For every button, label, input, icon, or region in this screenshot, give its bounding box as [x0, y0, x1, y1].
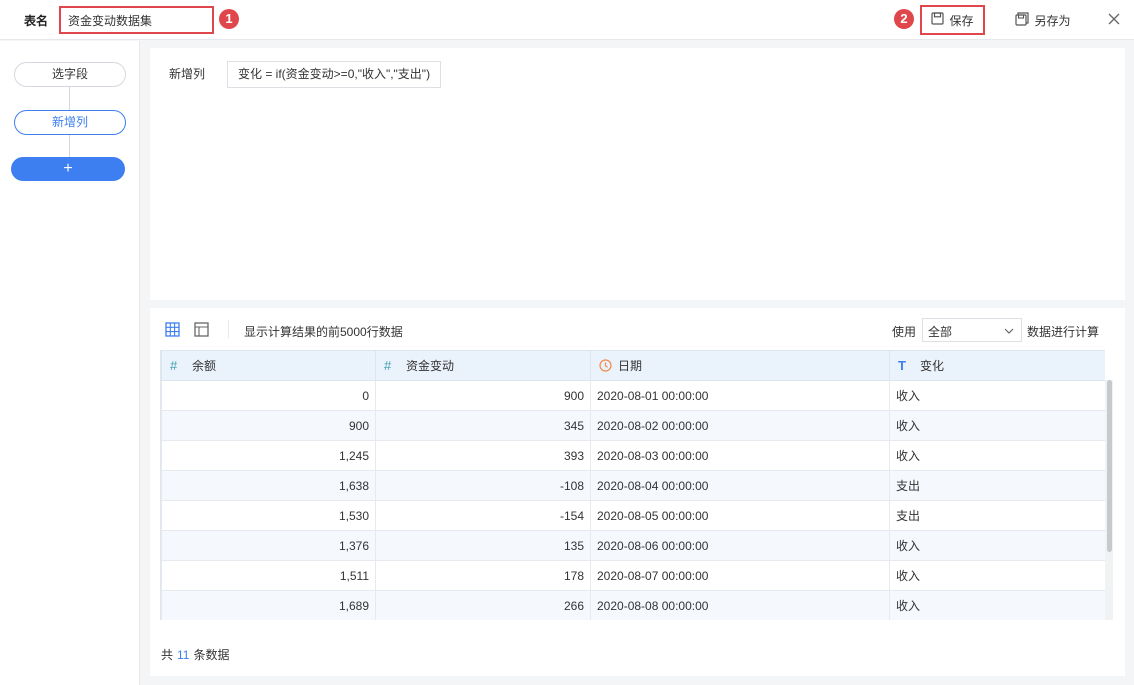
cell-balance: 1,376 [161, 530, 376, 561]
table-row: 0 900 2020-08-01 00:00:00 收入 [161, 380, 1105, 411]
cell-change: 收入 [889, 410, 1105, 441]
number-type-icon: # [384, 358, 392, 373]
data-table: # 余额 # 资金变动 日期 T 变化 0 900 2020-08-01 00:00:… [161, 350, 1105, 620]
chevron-down-icon [1003, 325, 1015, 337]
cell-change: 收入 [889, 590, 1105, 620]
table-scrollbar-thumb[interactable] [1107, 380, 1112, 552]
table-row: 900 345 2020-08-02 00:00:00 收入 [161, 410, 1105, 441]
column-header-date[interactable]: 日期 [590, 350, 890, 381]
cell-fund-change: 266 [375, 590, 591, 620]
cell-fund-change: 393 [375, 440, 591, 471]
formula-label: 新增列 [169, 67, 206, 81]
cell-date: 2020-08-07 00:00:00 [590, 560, 890, 591]
cell-balance: 1,511 [161, 560, 376, 591]
column-header-balance[interactable]: # 余额 [161, 350, 376, 381]
header-bar: 表名 1 2 保存 另存为 [0, 0, 1134, 40]
data-preview-panel: 显示计算结果的前5000行数据 使用 全部 数据进行计算 # 余额 # 资金变动 日… [150, 308, 1125, 676]
save-button[interactable]: 保存 [920, 5, 985, 35]
row-count: 11 [177, 648, 190, 662]
save-as-icon [1015, 11, 1030, 29]
cell-balance: 0 [161, 380, 376, 411]
step-connector [69, 87, 70, 110]
clock-icon [599, 358, 612, 375]
table-name-input[interactable] [59, 6, 214, 34]
cell-fund-change: 900 [375, 380, 591, 411]
close-button[interactable] [1104, 10, 1124, 30]
close-icon [1108, 13, 1120, 28]
table-name-label: 表名 [24, 14, 49, 28]
cell-fund-change: 178 [375, 560, 591, 591]
cell-date: 2020-08-03 00:00:00 [590, 440, 890, 471]
cell-balance: 1,689 [161, 590, 376, 620]
toolbar-divider [228, 320, 229, 338]
cell-balance: 1,245 [161, 440, 376, 471]
cell-date: 2020-08-02 00:00:00 [590, 410, 890, 441]
cell-change: 支出 [889, 500, 1105, 531]
row-count-summary: 共 11 条数据 [161, 648, 230, 662]
use-label: 使用 [892, 325, 917, 339]
table-row: 1,511 178 2020-08-07 00:00:00 收入 [161, 560, 1105, 591]
step-connector [69, 135, 70, 157]
save-as-button-label: 另存为 [1034, 13, 1071, 28]
cell-balance: 900 [161, 410, 376, 441]
cell-date: 2020-08-05 00:00:00 [590, 500, 890, 531]
layout-view-icon[interactable] [194, 322, 209, 337]
save-icon [931, 12, 945, 28]
cell-balance: 1,638 [161, 470, 376, 501]
cell-change: 支出 [889, 470, 1105, 501]
step-sidebar: 选字段 新增列 + [0, 41, 140, 685]
preview-info-text: 显示计算结果的前5000行数据 [244, 325, 403, 339]
data-table-container: # 余额 # 资金变动 日期 T 变化 0 900 2020-08-01 00:00:… [160, 350, 1105, 620]
cell-fund-change: 345 [375, 410, 591, 441]
cell-fund-change: -108 [375, 470, 591, 501]
table-header-row: # 余额 # 资金变动 日期 T 变化 [161, 350, 1105, 381]
table-row: 1,530 -154 2020-08-05 00:00:00 支出 [161, 500, 1105, 531]
table-row: 1,376 135 2020-08-06 00:00:00 收入 [161, 530, 1105, 561]
cell-change: 收入 [889, 380, 1105, 411]
cell-date: 2020-08-08 00:00:00 [590, 590, 890, 620]
grid-view-icon[interactable] [165, 322, 180, 337]
cell-balance: 1,530 [161, 500, 376, 531]
cell-fund-change: -154 [375, 500, 591, 531]
cell-change: 收入 [889, 440, 1105, 471]
cell-date: 2020-08-01 00:00:00 [590, 380, 890, 411]
cell-date: 2020-08-04 00:00:00 [590, 470, 890, 501]
save-button-label: 保存 [949, 13, 974, 28]
step-add-column[interactable]: 新增列 [14, 110, 126, 135]
data-scope-select[interactable]: 全部 [922, 318, 1022, 342]
cell-change: 收入 [889, 530, 1105, 561]
step-badge-2: 2 [894, 9, 914, 29]
table-row: 1,638 -108 2020-08-04 00:00:00 支出 [161, 470, 1105, 501]
step-select-fields[interactable]: 选字段 [14, 62, 126, 87]
add-step-button[interactable]: + [11, 157, 125, 181]
step-badge-1: 1 [219, 9, 239, 29]
cell-fund-change: 135 [375, 530, 591, 561]
formula-panel: 新增列 变化 = if(资金变动>=0,"收入","支出") [150, 48, 1125, 300]
table-row: 1,245 393 2020-08-03 00:00:00 收入 [161, 440, 1105, 471]
data-scope-value: 全部 [928, 325, 953, 339]
table-row: 1,689 266 2020-08-08 00:00:00 收入 [161, 590, 1105, 620]
calc-label: 数据进行计算 [1027, 325, 1100, 339]
text-type-icon: T [898, 358, 906, 373]
save-as-button[interactable]: 另存为 [1012, 5, 1074, 35]
formula-expression-box[interactable]: 变化 = if(资金变动>=0,"收入","支出") [227, 61, 442, 88]
cell-change: 收入 [889, 560, 1105, 591]
column-header-fund-change[interactable]: # 资金变动 [375, 350, 591, 381]
number-type-icon: # [170, 358, 178, 373]
column-header-change[interactable]: T 变化 [889, 350, 1105, 381]
cell-date: 2020-08-06 00:00:00 [590, 530, 890, 561]
